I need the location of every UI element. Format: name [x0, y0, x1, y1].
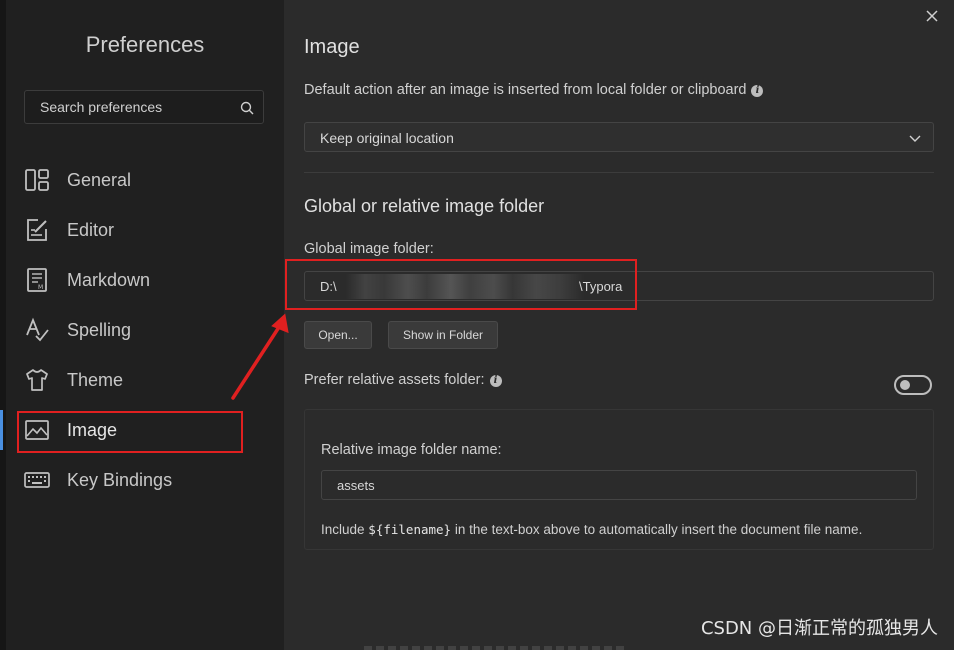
- search-box[interactable]: [24, 90, 264, 124]
- spelling-icon: [26, 317, 49, 342]
- open-button[interactable]: Open...: [304, 321, 372, 349]
- prefer-relative-label: Prefer relative assets folder: i: [304, 372, 502, 388]
- info-icon[interactable]: i: [489, 375, 502, 387]
- sidebar-item-key-bindings[interactable]: Key Bindings: [6, 460, 284, 500]
- info-icon[interactable]: i: [751, 85, 764, 97]
- sidebar-item-image[interactable]: Image: [0, 410, 284, 450]
- markdown-icon: M: [27, 268, 47, 292]
- shirt-icon: [26, 369, 48, 391]
- sidebar-item-label: General: [67, 170, 132, 190]
- search-icon[interactable]: [240, 101, 254, 115]
- edit-icon: [27, 219, 47, 241]
- sidebar-item-markdown[interactable]: M Markdown: [6, 260, 284, 300]
- sidebar-item-label: Image: [67, 420, 118, 440]
- insert-action-select[interactable]: Keep original location: [304, 122, 934, 152]
- sidebar-item-label: Theme: [67, 370, 124, 390]
- toggle-knob: [900, 380, 910, 390]
- sidebar-title: Preferences: [85, 32, 205, 57]
- insert-action-label: Default action after an image is inserte…: [304, 82, 764, 98]
- insert-action-value: Keep original location: [320, 130, 454, 146]
- main-panel: Image Default action after an image is i…: [284, 0, 954, 650]
- sidebar-item-label: Key Bindings: [67, 470, 173, 490]
- svg-text:M: M: [38, 284, 43, 291]
- sidebar-item-editor[interactable]: Editor: [6, 210, 284, 250]
- relative-folder-panel: Relative image folder name: Include ${fi…: [304, 409, 934, 550]
- sidebar-item-spelling[interactable]: Spelling: [6, 310, 284, 350]
- relative-folder-label: Relative image folder name:: [321, 442, 502, 458]
- sidebar-item-general[interactable]: General: [6, 160, 284, 200]
- chevron-down-icon: [909, 135, 921, 142]
- prefer-relative-toggle[interactable]: [894, 375, 932, 395]
- section-title: Image: [304, 36, 360, 58]
- bottom-cut-text: [364, 646, 624, 650]
- show-in-folder-button[interactable]: Show in Folder: [388, 321, 498, 349]
- sidebar-item-label: Markdown: [67, 270, 151, 290]
- image-icon: [25, 420, 49, 440]
- general-icon: [25, 169, 49, 191]
- search-input[interactable]: [25, 91, 240, 123]
- global-folder-label: Global image folder:: [304, 241, 434, 257]
- folder-section-title: Global or relative image folder: [304, 196, 545, 216]
- divider: [304, 172, 934, 173]
- keyboard-icon: [24, 472, 50, 488]
- relative-folder-hint: Include ${filename} in the text-box abov…: [321, 522, 863, 537]
- global-folder-suffix: \Typora: [579, 279, 623, 294]
- watermark: CSDN @日渐正常的孤独男人: [700, 618, 938, 639]
- sidebar-item-label: Editor: [67, 220, 115, 240]
- close-icon[interactable]: [924, 8, 940, 24]
- relative-folder-input[interactable]: [321, 470, 917, 500]
- sidebar: Preferences General Editor M: [0, 0, 284, 650]
- sidebar-item-theme[interactable]: Theme: [6, 360, 284, 400]
- sidebar-item-label: Spelling: [67, 320, 132, 340]
